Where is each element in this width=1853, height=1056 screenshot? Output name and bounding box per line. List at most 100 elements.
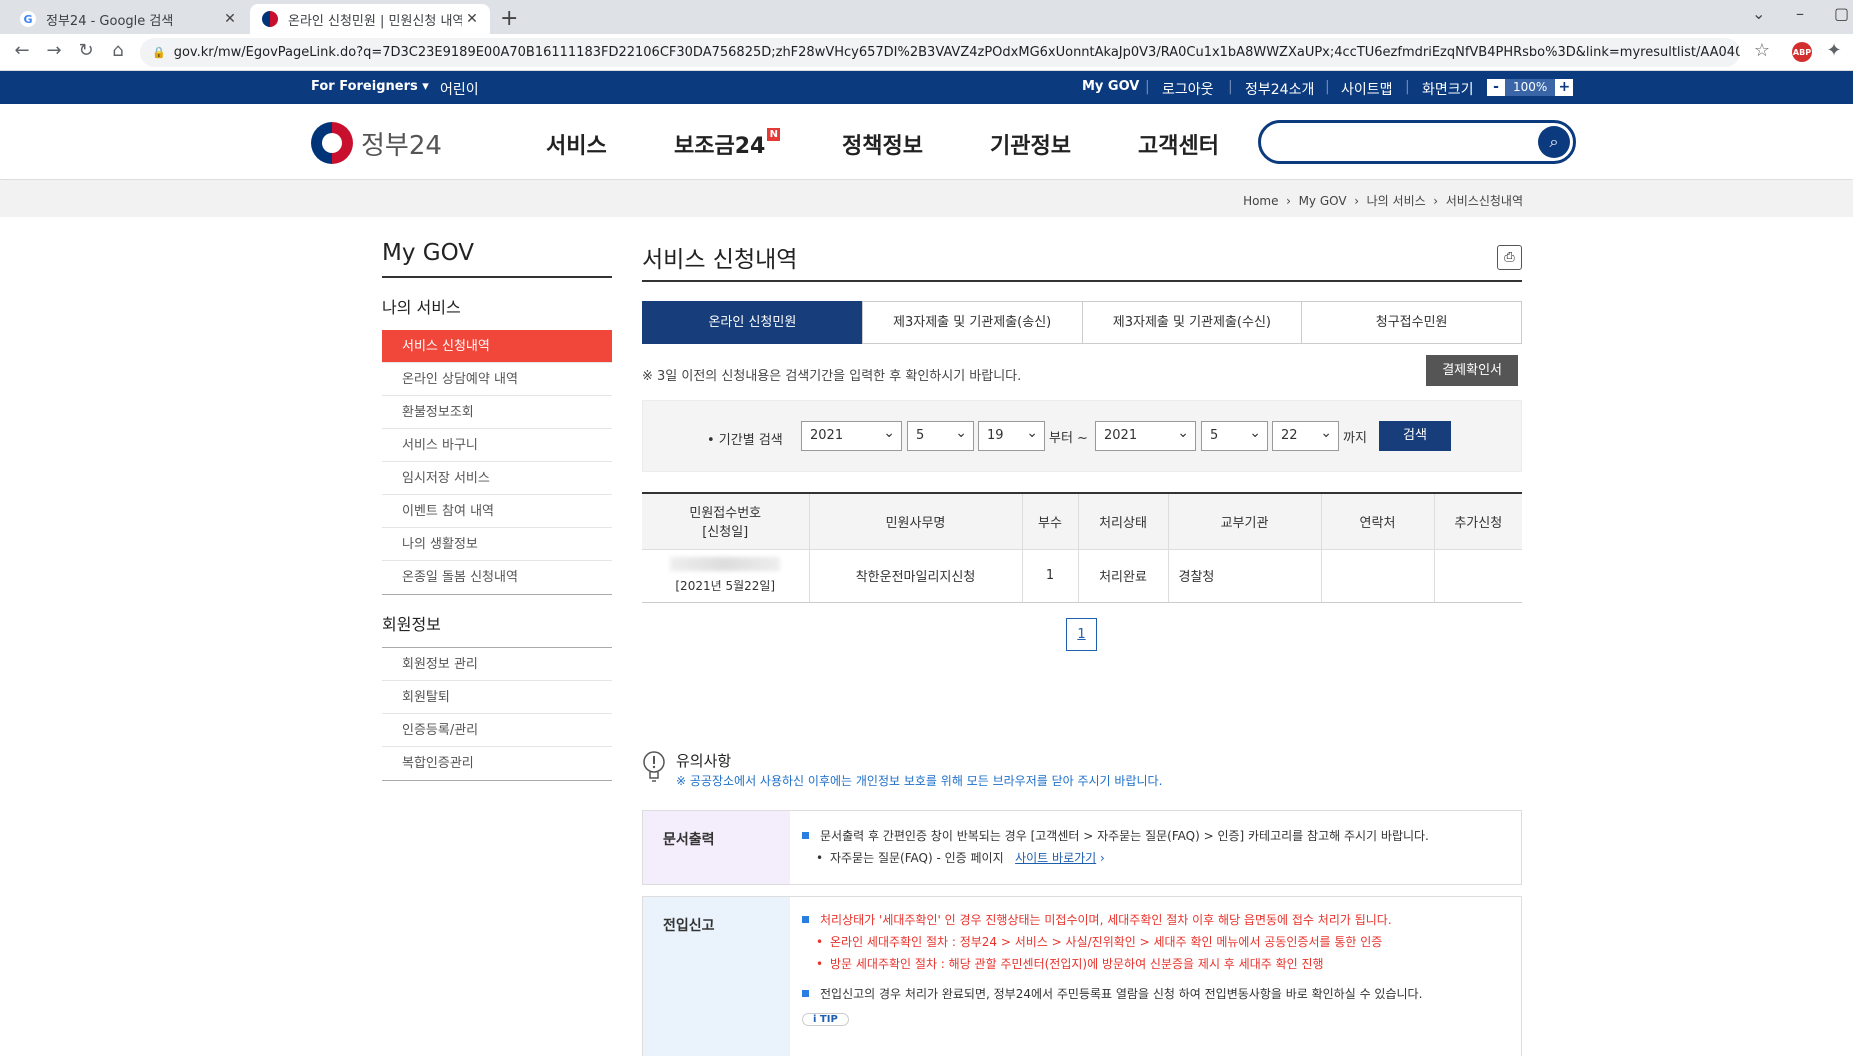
breadcrumb-mygov[interactable]: My GOV [1299, 194, 1347, 208]
sidebar-item-withdraw[interactable]: 회원탈퇴 [382, 681, 612, 714]
print-line-2: 자주묻는 질문(FAQ) - 인증 페이지 사이트 바로가기 › [802, 847, 1521, 869]
sidebar-item-consult-reservation[interactable]: 온라인 상담예약 내역 [382, 363, 612, 396]
adblock-extension-icon[interactable]: ABP [1792, 42, 1812, 62]
copies-cell: 1 [1021, 549, 1078, 603]
col-receipt-no: 민원접수번호 [신청일] [642, 493, 809, 550]
site-shortcut-link[interactable]: 사이트 바로가기 [1015, 851, 1096, 865]
col-extra: 추가신청 [1433, 493, 1522, 550]
browser-tab-strip: G 정부24 - Google 검색 ✕ 온라인 신청민원 | 민원신청 내역 … [0, 0, 1853, 34]
tab-title: 정부24 - Google 검색 [46, 13, 174, 29]
period-filter: • 기간별 검색 2021 5 19 부터 ~ 2021 5 22 까지 검색 [642, 400, 1522, 472]
to-day-select[interactable]: 22 [1272, 419, 1339, 451]
request-tabs: 온라인 신청민원 제3자제출 및 기관제출(송신) 제3자제출 및 기관제출(수… [642, 301, 1522, 344]
sidebar-list-member: 회원정보 관리 회원탈퇴 인증등록/관리 복합인증관리 [382, 648, 612, 781]
tab-online[interactable]: 온라인 신청민원 [642, 301, 863, 344]
logout-link[interactable]: 로그아웃 [1162, 79, 1214, 99]
close-tab-icon[interactable]: ✕ [462, 11, 482, 27]
sidebar-item-refund[interactable]: 환불정보조회 [382, 396, 612, 429]
request-date: [2021년 5월22일] [675, 579, 776, 593]
sidebar-group-member: 회원정보 [382, 611, 612, 648]
url-text: gov.kr/mw/EgovPageLink.do?q=7D3C23E9189E… [173, 45, 1740, 60]
divider: | [1405, 79, 1410, 95]
new-tab-icon[interactable]: + [500, 6, 518, 31]
site-search-input[interactable]: ⌕ [1258, 120, 1576, 164]
extensions-puzzle-icon[interactable]: ✦ [1822, 40, 1846, 61]
extra-cell [1433, 549, 1522, 603]
kids-link[interactable]: 어린이 [440, 79, 479, 99]
address-bar[interactable]: 🔒 gov.kr/mw/EgovPageLink.do?q=7D3C23E918… [140, 38, 1740, 67]
print-info-box: 문서출력 문서출력 후 간편인증 창이 반복되는 경우 [고객센터 > 자주묻는… [642, 810, 1522, 885]
from-day-select[interactable]: 19 [978, 419, 1045, 451]
tab-third-send[interactable]: 제3자제출 및 기관제출(송신) [861, 301, 1083, 344]
google-favicon-icon: G [20, 11, 36, 27]
nav-service[interactable]: 서비스 [546, 128, 607, 160]
sidebar-item-temp-save[interactable]: 임시저장 서비스 [382, 462, 612, 495]
tab-third-receive[interactable]: 제3자제출 및 기관제출(수신) [1081, 301, 1303, 344]
sidebar-title: My GOV [382, 240, 612, 278]
nav-subsidy[interactable]: 보조금24 N [674, 128, 781, 160]
sitemap-link[interactable]: 사이트맵 [1341, 79, 1393, 99]
sidebar: My GOV 나의 서비스 서비스 신청내역 온라인 상담예약 내역 환불정보조… [382, 240, 612, 781]
sidebar-item-care[interactable]: 온종일 돌봄 신청내역 [382, 561, 612, 594]
tab-claim[interactable]: 청구접수민원 [1301, 301, 1522, 344]
move-line-3: 방문 세대주확인 절차 : 해당 관할 주민센터(전입지)에 방문하여 신분증을… [802, 953, 1521, 975]
my-gov-link[interactable]: My GOV [1082, 79, 1139, 94]
col-agency: 교부기관 [1167, 493, 1321, 550]
bookmark-star-icon[interactable]: ☆ [1750, 40, 1774, 61]
payment-confirmation-button[interactable]: 결제확인서 [1426, 355, 1518, 386]
nav-agency[interactable]: 기관정보 [990, 128, 1071, 160]
home-icon[interactable]: ⌂ [106, 40, 130, 61]
nav-policy[interactable]: 정책정보 [842, 128, 923, 160]
move-in-info-box: 전입신고 처리상태가 '세대주확인' 인 경우 진행상태는 미접수이며, 세대주… [642, 896, 1522, 1056]
forward-icon[interactable]: → [42, 40, 66, 61]
breadcrumb-home[interactable]: Home [1243, 194, 1278, 208]
minimize-icon[interactable]: – [1796, 4, 1804, 23]
gov24-logo[interactable]: 정부24 [311, 122, 442, 164]
browser-toolbar: ← → ↻ ⌂ 🔒 gov.kr/mw/EgovPageLink.do?q=7D… [0, 34, 1853, 71]
browser-tab-google[interactable]: G 정부24 - Google 검색 ✕ [8, 4, 248, 34]
print-icon[interactable]: ⎙ [1497, 245, 1522, 270]
sidebar-list-my-service: 서비스 신청내역 온라인 상담예약 내역 환불정보조회 서비스 바구니 임시저장… [382, 330, 612, 595]
tip-badge: i TIP [802, 1013, 849, 1026]
gov24-favicon-icon [262, 11, 278, 27]
browser-tab-gov24[interactable]: 온라인 신청민원 | 민원신청 내역 ✕ [250, 4, 490, 34]
maximize-icon[interactable]: ▢ [1834, 4, 1849, 23]
sidebar-item-cert[interactable]: 인증등록/관리 [382, 714, 612, 747]
about-link[interactable]: 정부24소개 [1245, 79, 1314, 99]
caution-subtitle: ※ 공공장소에서 사용하신 이후에는 개인정보 보호를 위해 모든 브라우저를 … [676, 774, 1163, 788]
move-line-2: 온라인 세대주확인 절차 : 정부24 > 서비스 > 사실/진위확인 > 세대… [802, 931, 1521, 953]
zoom-in-button[interactable]: + [1555, 79, 1574, 96]
print-content: 문서출력 후 간편인증 창이 반복되는 경우 [고객센터 > 자주묻는 질문(F… [790, 811, 1521, 869]
sidebar-item-member-manage[interactable]: 회원정보 관리 [382, 648, 612, 681]
nav-customer-center[interactable]: 고객센터 [1138, 128, 1219, 160]
sidebar-item-service-history[interactable]: 서비스 신청내역 [382, 330, 612, 363]
civil-name-cell[interactable]: 착한운전마일리지신청 [808, 549, 1022, 603]
sidebar-item-service-basket[interactable]: 서비스 바구니 [382, 429, 612, 462]
sidebar-item-event[interactable]: 이벤트 참여 내역 [382, 495, 612, 528]
from-month-select[interactable]: 5 [907, 419, 974, 451]
search-icon[interactable]: ⌕ [1538, 126, 1570, 158]
col-civil-name: 민원사무명 [808, 493, 1022, 550]
back-icon[interactable]: ← [10, 40, 34, 61]
close-tab-icon[interactable]: ✕ [220, 11, 240, 27]
for-foreigners-link[interactable]: For Foreigners ▾ [311, 79, 429, 94]
breadcrumb-my-service[interactable]: 나의 서비스 [1367, 194, 1426, 208]
tab-title: 온라인 신청민원 | 민원신청 내역 [288, 13, 462, 29]
table-row[interactable]: [2021년 5월22일] 착한운전마일리지신청 1 처리완료 경찰청 [642, 549, 1522, 603]
sidebar-item-multi-cert[interactable]: 복합인증관리 [382, 747, 612, 780]
search-button[interactable]: 검색 [1379, 421, 1451, 451]
sidebar-item-life-info[interactable]: 나의 생활정보 [382, 528, 612, 561]
from-year-select[interactable]: 2021 [801, 419, 902, 451]
new-badge: N [767, 128, 781, 141]
reload-icon[interactable]: ↻ [74, 40, 98, 61]
to-month-select[interactable]: 5 [1201, 419, 1268, 451]
to-year-select[interactable]: 2021 [1095, 419, 1196, 451]
info-icon: i [813, 1014, 820, 1025]
tab-search-icon[interactable]: ⌄ [1752, 4, 1765, 23]
zoom-out-button[interactable]: - [1487, 79, 1505, 96]
page-1-button[interactable]: 1 [1066, 618, 1097, 651]
divider: | [1228, 79, 1233, 95]
from-text: 부터 ~ [1049, 431, 1088, 446]
zoom-control: - 100% + [1487, 79, 1574, 96]
receipt-cell[interactable]: [2021년 5월22일] [642, 549, 809, 603]
